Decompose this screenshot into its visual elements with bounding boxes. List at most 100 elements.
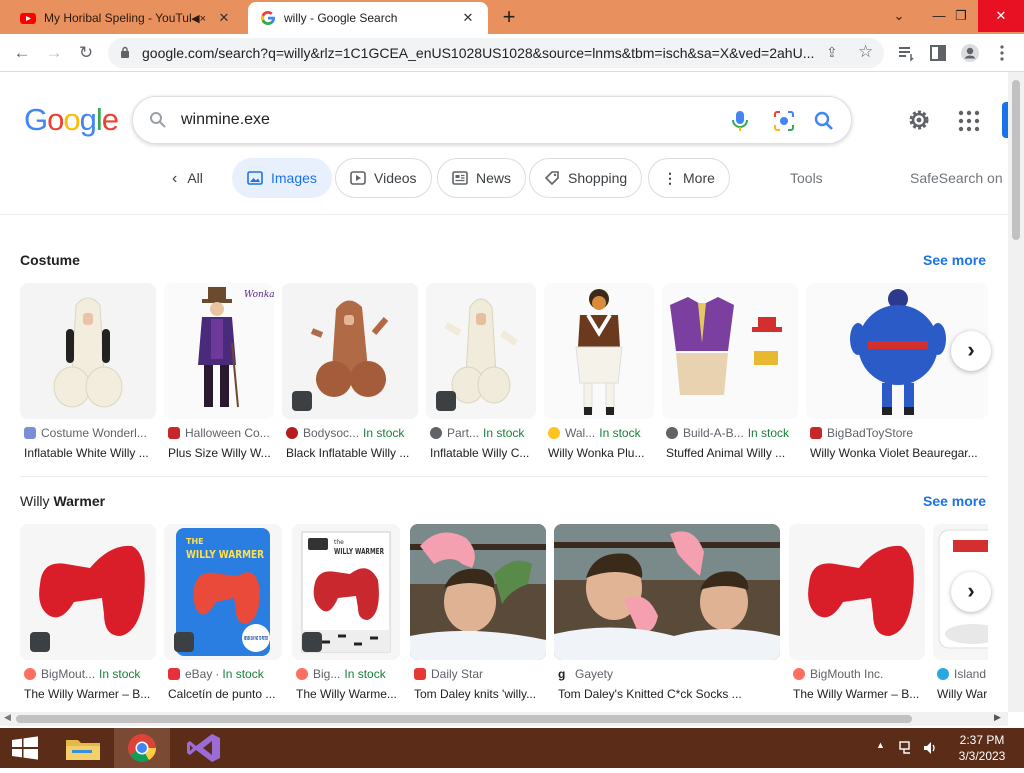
search-input[interactable]: winmine.exe	[181, 111, 270, 129]
result-title[interactable]: The Willy Warme...	[296, 687, 402, 701]
result-source: BigBadToyStore	[810, 426, 988, 440]
tab-title: willy - Google Search	[284, 11, 398, 25]
result-image[interactable]	[554, 524, 780, 660]
browser-toolbar: ← → ↻ google.com/search?q=willy&rlz=1C1G…	[0, 34, 1024, 72]
search-submit-icon[interactable]	[813, 110, 835, 132]
tab-videos[interactable]: Videos	[335, 158, 432, 198]
new-tab-button[interactable]: +	[497, 6, 521, 30]
google-apps-grid-icon[interactable]	[958, 110, 980, 132]
shopping-tag-icon	[302, 632, 322, 652]
result-source: Part... In stock	[430, 426, 540, 440]
tab-all[interactable]: ‹ All	[172, 170, 203, 188]
result-image[interactable]: Wonka	[164, 283, 274, 419]
result-title[interactable]: Tom Daley's Knitted C*ck Socks ...	[558, 687, 778, 701]
scroll-left-arrow-icon[interactable]: ◀	[4, 712, 11, 723]
result-image[interactable]	[410, 524, 546, 660]
settings-gear-icon[interactable]	[906, 107, 932, 133]
tab-shopping[interactable]: Shopping	[529, 158, 643, 198]
windows-logo-icon	[12, 736, 38, 760]
horizontal-scrollbar[interactable]: ◀ ▶	[0, 712, 1008, 726]
see-more-warmer-link[interactable]: See more	[923, 493, 986, 509]
tab-more[interactable]: ⋮ More	[648, 158, 730, 198]
visual-studio-taskbar-button[interactable]	[176, 728, 232, 768]
vertical-scrollbar[interactable]	[1008, 72, 1024, 712]
reload-icon[interactable]: ↻	[74, 41, 98, 65]
tab-google-search[interactable]: willy - Google Search ✕	[248, 2, 488, 34]
result-title[interactable]: Stuffed Animal Willy ...	[666, 446, 798, 460]
result-title[interactable]: Inflatable Willy C...	[430, 446, 538, 460]
vertical-scrollbar-thumb[interactable]	[1012, 80, 1020, 240]
search-box[interactable]: winmine.exe	[132, 96, 852, 144]
result-source: Daily Star	[414, 667, 550, 681]
tab-youtube[interactable]: My Horibal Speling - YouTub ◀× ✕	[8, 2, 244, 34]
ebay-bag-icon	[168, 668, 180, 680]
kebab-menu-icon[interactable]	[992, 43, 1012, 63]
result-image[interactable]	[789, 524, 925, 660]
folder-icon	[66, 740, 100, 760]
result-image[interactable]	[282, 283, 418, 419]
carousel-next-arrow-icon[interactable]: ›	[951, 572, 991, 612]
chrome-taskbar-button[interactable]	[114, 728, 170, 768]
tab-close-icon[interactable]: ✕	[216, 10, 232, 26]
result-title[interactable]: Willy Wonka Plu...	[548, 446, 656, 460]
result-image[interactable]: THE WILLY WARMER NEVER SAY NO TO PETER	[164, 524, 282, 660]
result-image[interactable]	[20, 283, 156, 419]
search-tabs-row: ‹ All Images Videos News Shopping ⋮ More …	[0, 158, 1010, 200]
safesearch-toggle[interactable]: SafeSearch on	[910, 170, 1003, 186]
google-logo[interactable]: Google	[24, 102, 119, 138]
section-divider	[20, 476, 988, 477]
result-image[interactable]: the WILLY WARMER	[292, 524, 400, 660]
close-window-button[interactable]: ✕	[978, 0, 1024, 32]
microphone-icon[interactable]	[729, 109, 751, 133]
tab-title: My Horibal Speling - YouTub	[44, 11, 192, 25]
file-explorer-taskbar-button[interactable]	[56, 728, 112, 768]
google-lens-icon[interactable]	[773, 110, 795, 132]
scroll-right-arrow-icon[interactable]: ▶	[994, 712, 1001, 723]
box-title-text: WILLY WARMER	[186, 548, 264, 561]
site-favicon-icon	[286, 427, 298, 439]
horizontal-scrollbar-thumb[interactable]	[16, 715, 912, 723]
result-title[interactable]: Tom Daley knits 'willy...	[414, 687, 546, 701]
start-button[interactable]	[0, 728, 56, 768]
address-bar[interactable]: google.com/search?q=willy&rlz=1C1GCEA_en…	[108, 38, 884, 68]
side-panel-icon[interactable]	[928, 43, 948, 63]
result-image[interactable]	[20, 524, 156, 660]
result-title[interactable]: Plus Size Willy W...	[168, 446, 276, 460]
search-icon	[150, 112, 166, 128]
result-title[interactable]: Willy War	[937, 687, 992, 701]
result-title[interactable]: Willy Wonka Violet Beauregar...	[810, 446, 986, 460]
see-more-costume-link[interactable]: See more	[923, 252, 986, 268]
visual-studio-icon	[187, 734, 220, 762]
result-title[interactable]: Black Inflatable Willy ...	[286, 446, 418, 460]
tab-news[interactable]: News	[437, 158, 527, 198]
gayety-g-icon: g	[558, 668, 570, 680]
back-arrow-icon[interactable]: ←	[10, 41, 34, 65]
result-source: BigMout... In stock	[24, 667, 160, 681]
tab-close-icon[interactable]: ✕	[460, 10, 476, 26]
price-tag-icon	[544, 171, 559, 186]
volume-speaker-icon[interactable]	[922, 740, 938, 756]
result-title[interactable]: Calcetín de punto ...	[168, 687, 282, 701]
section-title-willy-warmer: Willy Warmer	[20, 493, 106, 509]
result-image[interactable]	[426, 283, 536, 419]
tab-images-label: Images	[271, 170, 317, 186]
share-icon[interactable]: ⇪	[826, 44, 838, 61]
forward-arrow-icon[interactable]: →	[42, 41, 66, 65]
network-icon[interactable]	[898, 740, 914, 756]
result-image[interactable]	[662, 283, 798, 419]
bookmark-star-icon[interactable]: ☆	[858, 42, 873, 62]
result-image[interactable]	[544, 283, 654, 419]
result-title[interactable]: Inflatable White Willy ...	[24, 446, 156, 460]
result-title[interactable]: The Willy Warmer – B...	[24, 687, 156, 701]
url-text[interactable]: google.com/search?q=willy&rlz=1C1GCEA_en…	[142, 45, 814, 61]
tab-images[interactable]: Images	[232, 158, 332, 198]
carousel-next-arrow-icon[interactable]: ›	[951, 331, 991, 371]
result-title[interactable]: The Willy Warmer – B...	[793, 687, 925, 701]
speaker-mute-icon[interactable]: ◀×	[191, 12, 206, 25]
profile-avatar-icon[interactable]	[960, 43, 980, 63]
system-clock[interactable]: 2:37 PM 3/3/2023	[952, 732, 1012, 764]
show-hidden-icons-chevron-icon[interactable]: ▲	[876, 740, 885, 750]
tools-button[interactable]: Tools	[790, 170, 823, 186]
chevron-left-icon: ‹	[172, 170, 178, 187]
reading-list-icon[interactable]	[896, 43, 916, 63]
